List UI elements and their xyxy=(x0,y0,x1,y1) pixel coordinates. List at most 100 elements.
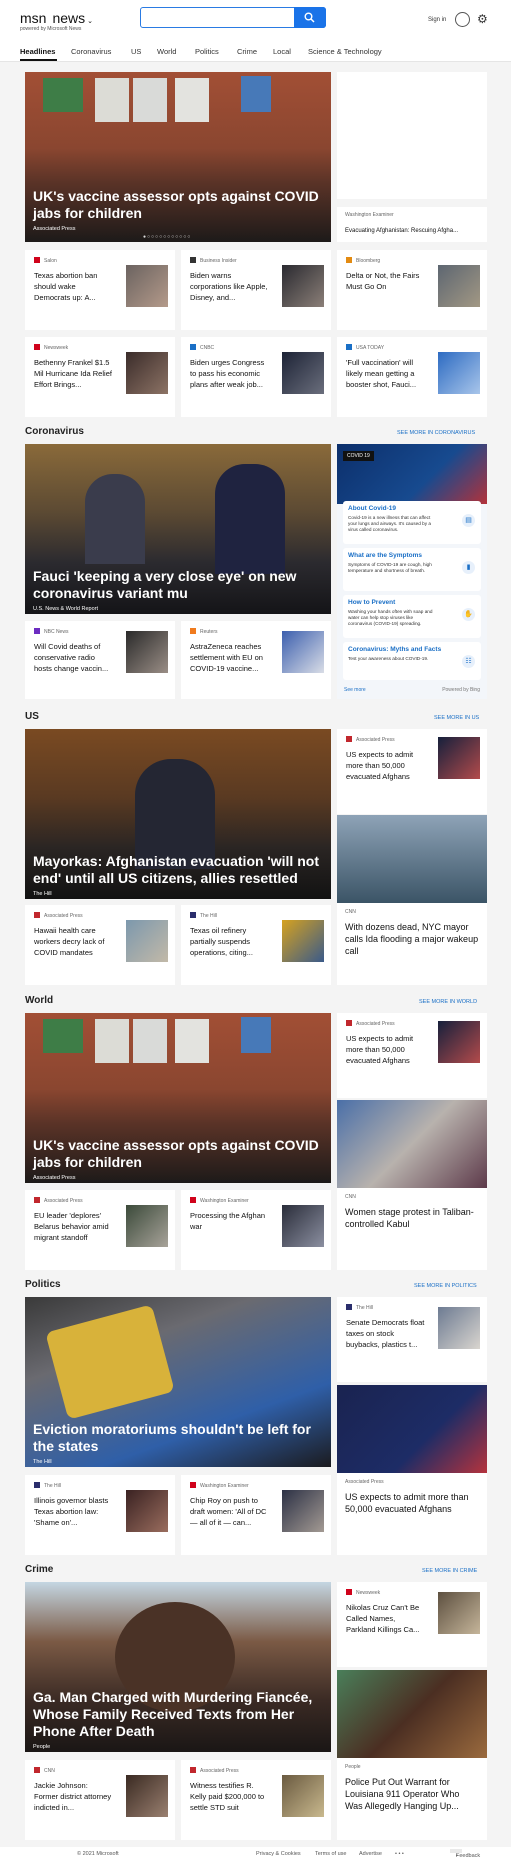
feedback-button[interactable]: ▪ Feedback xyxy=(450,1849,480,1859)
row-text: Symptoms of COVID-19 are cough, high tem… xyxy=(348,562,432,573)
news-card[interactable]: CNN With dozens dead, NYC mayor calls Id… xyxy=(337,815,487,985)
hero-card[interactable]: UK's vaccine assessor opts against COVID… xyxy=(25,1013,331,1183)
covid-info-row[interactable]: How to Prevent Washing your hands often w… xyxy=(343,595,481,638)
poster-image xyxy=(133,78,167,122)
card-source: Newsweek xyxy=(34,344,68,351)
poster-image xyxy=(43,78,83,112)
news-card[interactable]: CNN Jackie Johnson: Former district atto… xyxy=(25,1760,175,1840)
poster-image xyxy=(43,1019,83,1053)
news-card[interactable]: CNBC Biden urges Congress to pass his ec… xyxy=(181,337,331,417)
gear-icon[interactable]: ⚙ xyxy=(477,12,488,26)
news-card[interactable]: People Police Put Out Warrant for Louisi… xyxy=(337,1670,487,1840)
news-card[interactable]: Associated Press US expects to admit mor… xyxy=(337,1013,487,1098)
hero-title: Mayorkas: Afghanistan evacuation 'will n… xyxy=(33,853,319,886)
sign-in-link[interactable]: Sign in xyxy=(428,17,446,23)
see-more-crime[interactable]: See more in Crime xyxy=(422,1568,477,1574)
card-title: Senate Democrats float taxes on stock bu… xyxy=(346,1318,425,1349)
poster-image xyxy=(95,78,129,122)
hero-card[interactable]: Eviction moratoriums shouldn't be left f… xyxy=(25,1297,331,1467)
search-input[interactable] xyxy=(140,7,326,28)
carousel-dots[interactable]: ●○○○○○○○○○○○ xyxy=(143,234,191,240)
card-title: US expects to admit more than 50,000 eva… xyxy=(346,1034,414,1065)
news-card[interactable]: The Hill Senate Democrats float taxes on… xyxy=(337,1297,487,1382)
avatar-icon[interactable] xyxy=(455,12,470,27)
news-card[interactable]: CNN Women stage protest in Taliban-contr… xyxy=(337,1100,487,1270)
hero-title: Ga. Man Charged with Murdering Fiancée, … xyxy=(33,1689,313,1739)
tab-crime[interactable]: Crime xyxy=(237,47,257,56)
ad-card xyxy=(337,72,487,199)
card-source: Salon xyxy=(34,257,57,264)
card-image xyxy=(337,1385,487,1473)
news-card[interactable]: The Hill Illinois governor blasts Texas … xyxy=(25,1475,175,1555)
card-title: US expects to admit more than 50,000 eva… xyxy=(345,1492,469,1514)
card-image xyxy=(337,815,487,903)
more-options-icon[interactable]: • • • xyxy=(395,1851,404,1857)
covid-info-row[interactable]: About Covid-19 Covid-19 is a new illness … xyxy=(343,501,481,544)
advertise-link[interactable]: Advertise xyxy=(359,1851,382,1857)
powered-by-bing: Powered by Bing xyxy=(442,687,480,693)
news-card[interactable]: Associated Press Witness testifies R. Ke… xyxy=(181,1760,331,1840)
info-icon: ▤ xyxy=(462,514,475,527)
section-heading-crime: Crime xyxy=(25,1564,54,1575)
news-card[interactable]: Washington Examiner Chip Roy on push to … xyxy=(181,1475,331,1555)
card-source: Washington Examiner xyxy=(345,212,394,218)
hero-card[interactable]: Mayorkas: Afghanistan evacuation 'will n… xyxy=(25,729,331,899)
news-card[interactable]: Bloomberg Delta or Not, the Fairs Must G… xyxy=(337,250,487,330)
card-title: Hawaii health care workers decry lack of… xyxy=(34,926,105,957)
top-header: msn news ⌄ powered by Microsoft News Sign… xyxy=(0,0,511,40)
news-card[interactable]: USA TODAY 'Full vaccination' will likely… xyxy=(337,337,487,417)
msn-news-logo[interactable]: msn news ⌄ powered by Microsoft News xyxy=(20,10,93,32)
covid-info-row[interactable]: Coronavirus: Myths and Facts Test your aw… xyxy=(343,642,481,680)
see-more-world[interactable]: See more in World xyxy=(419,999,477,1005)
thumbnail-image xyxy=(282,1205,324,1247)
poster-image xyxy=(241,76,271,112)
thumbnail-image xyxy=(282,1490,324,1532)
news-card[interactable]: Reuters AstraZeneca reaches settlement w… xyxy=(181,621,331,699)
news-card[interactable]: Associated Press Hawaii health care work… xyxy=(25,905,175,985)
news-card[interactable]: Associated Press US expects to admit mor… xyxy=(337,1385,487,1555)
card-source: Reuters xyxy=(190,628,218,635)
see-more-us[interactable]: See more in US xyxy=(434,715,479,721)
row-title: Coronavirus: Myths and Facts xyxy=(348,646,442,653)
thumbnail-image xyxy=(438,1021,480,1063)
news-card[interactable]: The Hill Texas oil refinery partially su… xyxy=(181,905,331,985)
card-title: Women stage protest in Taliban-controlle… xyxy=(345,1207,474,1229)
hero-card[interactable]: Ga. Man Charged with Murdering Fiancée, … xyxy=(25,1582,331,1752)
news-card[interactable]: Associated Press EU leader 'deplores' Be… xyxy=(25,1190,175,1270)
tab-science-technology[interactable]: Science & Technology xyxy=(308,47,382,56)
see-more-politics[interactable]: See more in Politics xyxy=(414,1283,477,1289)
poster-image xyxy=(95,1019,129,1063)
hero-source: People xyxy=(33,1744,51,1750)
card-title: Chip Roy on push to draft women: 'All of… xyxy=(190,1496,267,1527)
covid-info-row[interactable]: What are the Symptoms Symptoms of COVID-1… xyxy=(343,548,481,591)
card-source: Associated Press xyxy=(346,1020,395,1027)
card-image xyxy=(337,1670,487,1758)
news-card[interactable]: NBC News Will Covid deaths of conservati… xyxy=(25,621,175,699)
news-card[interactable]: Newsweek Bethenny Frankel $1.5 Mil Hurri… xyxy=(25,337,175,417)
news-card[interactable]: Business Insider Biden warns corporation… xyxy=(181,250,331,330)
news-card[interactable]: Washington Examiner Evacuating Afghanist… xyxy=(337,207,487,242)
card-title: US expects to admit more than 50,000 eva… xyxy=(346,750,414,781)
privacy-link[interactable]: Privacy & Cookies xyxy=(256,1851,301,1857)
hero-card[interactable]: UK's vaccine assessor opts against COVID… xyxy=(25,72,331,242)
terms-link[interactable]: Terms of use xyxy=(315,1851,346,1857)
tab-headlines[interactable]: Headlines xyxy=(20,47,55,56)
thumbnail-image xyxy=(282,1775,324,1817)
card-source: Associated Press xyxy=(345,1479,384,1485)
search-button[interactable] xyxy=(294,7,326,28)
covid-info-panel: COVID 19 About Covid-19 Covid-19 is a new… xyxy=(337,444,487,699)
see-more-link[interactable]: See more xyxy=(344,687,366,693)
news-card[interactable]: Newsweek Nikolas Cruz Can't Be Called Na… xyxy=(337,1582,487,1667)
see-more-coronavirus[interactable]: See more in Coronavirus xyxy=(397,430,475,436)
tab-us[interactable]: US xyxy=(131,47,141,56)
hero-card[interactable]: Fauci 'keeping a very close eye' on new … xyxy=(25,444,331,614)
tab-politics[interactable]: Politics xyxy=(195,47,219,56)
hero-title: UK's vaccine assessor opts against COVID… xyxy=(33,1137,319,1170)
news-card[interactable]: Washington Examiner Processing the Afgha… xyxy=(181,1190,331,1270)
tab-local[interactable]: Local xyxy=(273,47,291,56)
tab-world[interactable]: World xyxy=(157,47,176,56)
news-card[interactable]: Salon Texas abortion ban should wake Dem… xyxy=(25,250,175,330)
quiz-icon: ☷ xyxy=(462,655,475,668)
tab-coronavirus[interactable]: Coronavirus xyxy=(71,47,111,56)
news-card[interactable]: Associated Press US expects to admit mor… xyxy=(337,729,487,814)
